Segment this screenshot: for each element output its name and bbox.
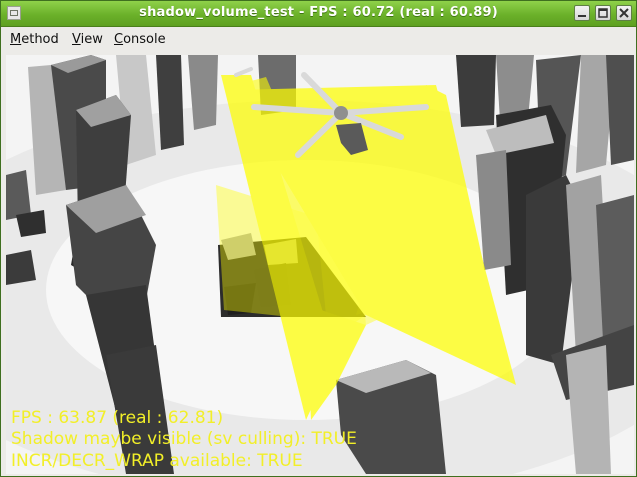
window-title: shadow_volume_test - FPS : 60.72 (real :… xyxy=(139,5,498,20)
title-bar[interactable]: shadow_volume_test - FPS : 60.72 (real :… xyxy=(1,1,636,27)
hud-shadow-visibility: Shadow maybe visible (sv culling): TRUE xyxy=(11,429,357,449)
close-icon xyxy=(619,8,629,18)
menu-view-label: iew xyxy=(80,32,103,47)
minimize-icon xyxy=(578,15,586,17)
menu-method-label: ethod xyxy=(21,32,59,47)
3d-viewport[interactable]: FPS : 63.87 (real : 62.81) Shadow maybe … xyxy=(6,55,634,474)
maximize-button[interactable] xyxy=(595,5,611,21)
menu-view[interactable]: View xyxy=(72,32,103,47)
menu-console[interactable]: Console xyxy=(114,32,166,47)
app-window: shadow_volume_test - FPS : 60.72 (real :… xyxy=(0,0,637,477)
menu-method[interactable]: Method xyxy=(10,32,59,47)
menu-view-mnemonic: V xyxy=(72,32,81,47)
menu-console-mnemonic: C xyxy=(114,32,124,47)
minimize-button[interactable] xyxy=(574,5,590,21)
hud-fps: FPS : 63.87 (real : 62.81) xyxy=(11,408,224,428)
hud-wrap-support: INCR/DECR_WRAP available: TRUE xyxy=(11,451,303,471)
menu-method-mnemonic: M xyxy=(10,32,22,47)
close-button[interactable] xyxy=(616,5,632,21)
menu-bar: Method View Console xyxy=(1,27,636,53)
menu-console-label: onsole xyxy=(123,32,166,47)
maximize-icon xyxy=(598,8,608,18)
